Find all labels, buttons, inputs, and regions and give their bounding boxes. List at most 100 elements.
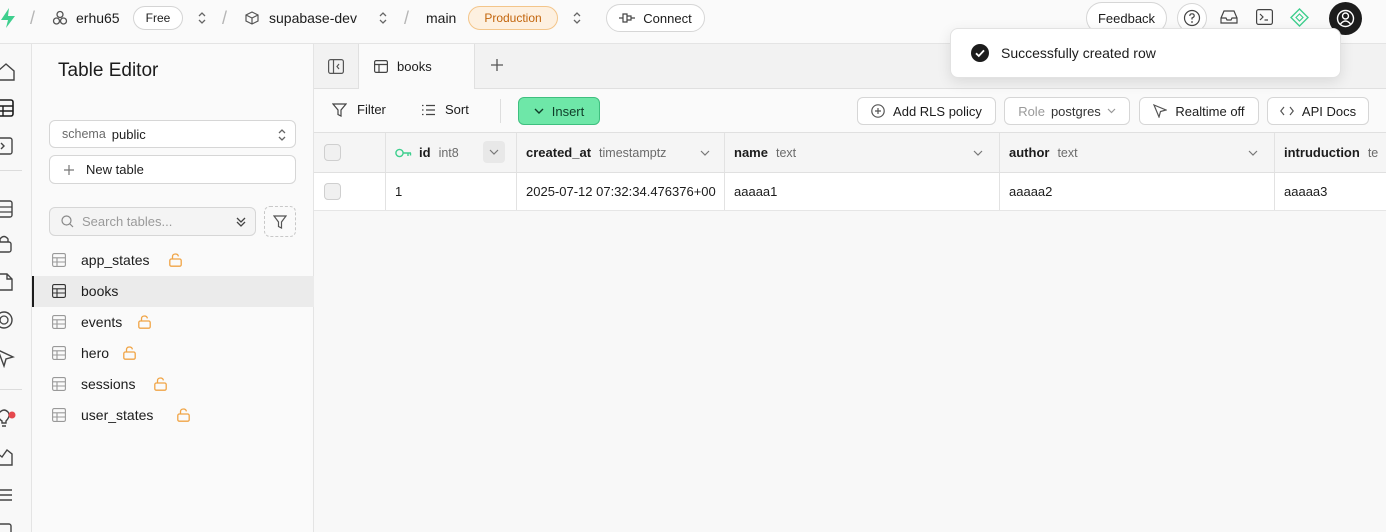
sidebar-item-user-states[interactable]: user_states [32, 400, 314, 431]
branch-name[interactable]: main [426, 0, 456, 36]
check-circle-icon [971, 44, 989, 62]
terminal-icon[interactable] [1256, 9, 1273, 25]
column-name: created_at [526, 145, 592, 160]
cell-name[interactable]: aaaaa1 [725, 173, 1000, 210]
cell-intruduction[interactable]: aaaaa3 [1275, 173, 1386, 210]
cell-created-at[interactable]: 2025-07-12 07:32:34.476376+00 [517, 173, 725, 210]
toggle-sidebar-button[interactable] [314, 44, 359, 88]
home-icon[interactable] [0, 62, 16, 82]
column-type: text [1057, 145, 1078, 160]
unlocked-rls-icon[interactable] [153, 377, 167, 391]
filter-button[interactable]: Filter [332, 102, 386, 117]
funnel-icon [273, 214, 287, 229]
new-tab-plus-icon[interactable] [490, 58, 504, 72]
funnel-icon [332, 102, 347, 117]
new-table-label: New table [86, 162, 144, 177]
api-docs-icon[interactable] [0, 522, 16, 532]
advisors-bulb-icon[interactable] [0, 408, 16, 428]
select-all-cell [314, 133, 386, 172]
sidebar-item-hero[interactable]: hero [32, 338, 314, 369]
page-title: Table Editor [58, 60, 159, 81]
column-header-intruduction[interactable]: intruduction te [1275, 133, 1386, 172]
chevron-down-icon[interactable] [700, 150, 710, 156]
new-table-button[interactable]: New table [49, 155, 296, 184]
supabase-logo-icon[interactable] [0, 8, 16, 28]
edge-functions-icon[interactable] [0, 310, 16, 330]
sort-button[interactable]: Sort [422, 102, 469, 117]
unlocked-rls-icon[interactable] [138, 315, 152, 329]
inbox-icon[interactable] [1220, 9, 1238, 25]
table-icon [52, 253, 66, 267]
add-rls-label: Add RLS policy [893, 103, 982, 119]
column-name: intruduction [1284, 145, 1360, 160]
plug-icon [619, 13, 636, 23]
reports-icon[interactable] [0, 447, 16, 467]
unlocked-rls-icon[interactable] [122, 346, 136, 360]
filter-tables-button[interactable] [264, 206, 296, 237]
add-rls-policy-button[interactable]: Add RLS policy [857, 97, 996, 125]
sidebar-item-app-states[interactable]: app_states [32, 245, 314, 276]
insert-button[interactable]: Insert [518, 97, 600, 125]
select-all-checkbox[interactable] [324, 144, 341, 161]
org-icon [52, 10, 68, 25]
auth-lock-icon[interactable] [0, 234, 16, 254]
schema-selector[interactable]: schema public [49, 120, 296, 148]
org-switch-chevron-icon[interactable] [197, 11, 207, 25]
toolbar-divider [500, 99, 501, 123]
logs-list-icon[interactable] [0, 485, 16, 505]
connect-label: Connect [643, 10, 692, 26]
table-icon [374, 60, 388, 73]
column-header-author[interactable]: author text [1000, 133, 1275, 172]
table-icon [52, 315, 66, 329]
search-placeholder: Search tables... [82, 214, 173, 229]
column-header-created-at[interactable]: created_at timestamptz [517, 133, 725, 172]
search-tables-input[interactable]: Search tables... [49, 207, 256, 236]
row-select-cell [314, 173, 386, 210]
plus-circle-icon [871, 104, 885, 118]
breadcrumb-separator: / [30, 7, 36, 28]
tab-books[interactable]: books [359, 44, 475, 89]
realtime-toggle-button[interactable]: Realtime off [1139, 97, 1259, 125]
table-editor-icon[interactable] [0, 98, 16, 118]
chevron-down-icon[interactable] [1248, 150, 1258, 156]
cell-id[interactable]: 1 [386, 173, 517, 210]
environment-badge: Production [468, 6, 558, 30]
realtime-icon[interactable] [0, 348, 16, 368]
sidebar-item-books[interactable]: books [32, 276, 314, 307]
column-type: te [1367, 145, 1379, 160]
nav-rail [0, 44, 32, 532]
filter-label: Filter [357, 102, 386, 117]
sidebar-item-label: app_states [81, 252, 150, 268]
api-docs-button[interactable]: API Docs [1267, 97, 1369, 125]
project-switch-chevron-icon[interactable] [378, 11, 388, 25]
sidebar-item-events[interactable]: events [32, 307, 314, 338]
connect-button[interactable]: Connect [606, 4, 705, 32]
column-header-id[interactable]: id int8 [386, 133, 517, 172]
unlocked-rls-icon[interactable] [176, 408, 190, 422]
chevron-down-icon[interactable] [973, 150, 983, 156]
project-selector[interactable]: supabase-dev [245, 0, 357, 36]
table-icon [52, 346, 66, 360]
sql-editor-icon[interactable] [0, 136, 16, 156]
assistant-icon[interactable] [1290, 8, 1309, 27]
unlocked-rls-icon[interactable] [169, 253, 182, 267]
help-icon [1183, 9, 1201, 27]
row-checkbox[interactable] [324, 183, 341, 200]
cell-author[interactable]: aaaaa2 [1000, 173, 1275, 210]
role-prefix: Role [1018, 103, 1045, 119]
plus-icon [64, 164, 74, 175]
table-row[interactable]: 1 2025-07-12 07:32:34.476376+00 aaaaa1 a… [314, 173, 1386, 211]
branch-switch-chevron-icon[interactable] [572, 11, 582, 25]
sidebar-item-label: books [81, 283, 119, 299]
sidebar-item-sessions[interactable]: sessions [32, 369, 314, 400]
column-type: timestamptz [599, 145, 667, 160]
chevron-down-icon [1107, 108, 1116, 114]
column-header-name[interactable]: name text [725, 133, 1000, 172]
insert-label: Insert [551, 103, 585, 119]
storage-icon[interactable] [0, 272, 16, 292]
database-icon[interactable] [0, 199, 16, 219]
org-selector[interactable]: erhu65 [52, 0, 120, 36]
column-menu-button[interactable] [483, 141, 505, 163]
sidebar-item-label: sessions [81, 376, 136, 392]
role-selector[interactable]: Role postgres [1004, 97, 1130, 125]
